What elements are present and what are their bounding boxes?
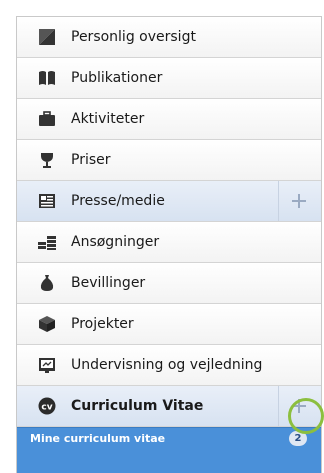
add-curriculum-vitae-button[interactable] xyxy=(289,396,309,416)
menu-item-publikationer[interactable]: Publikationer xyxy=(17,58,321,99)
menu-item-curriculum-vitae[interactable]: cv Curriculum Vitae xyxy=(17,386,321,427)
submenu-item-label: Mine curriculum vitae xyxy=(30,432,166,445)
submenu-item-mine-cv[interactable]: Mine curriculum vitae 2 xyxy=(17,428,321,449)
menu-item-label: Presse/medie xyxy=(71,193,165,209)
trophy-icon xyxy=(37,150,57,170)
menu-item-label: Undervisning og vejledning xyxy=(71,357,263,373)
add-presse-medie-button[interactable] xyxy=(289,191,309,211)
cube-icon xyxy=(37,314,57,334)
menu-item-label: Ansøgninger xyxy=(71,234,160,250)
menu-item-presse-medie[interactable]: Presse/medie xyxy=(17,181,321,222)
menu-item-label: Personlig oversigt xyxy=(71,29,196,45)
side-menu: Personlig oversigt Publikationer Aktivit… xyxy=(16,16,322,473)
money-bag-icon xyxy=(37,273,57,293)
menu-item-label: Projekter xyxy=(71,316,134,332)
money-stack-icon xyxy=(37,232,57,252)
newspaper-icon xyxy=(37,191,57,211)
menu-item-personlig-oversigt[interactable]: Personlig oversigt xyxy=(17,17,321,58)
menu-item-bevillinger[interactable]: Bevillinger xyxy=(17,263,321,304)
menu-item-undervisning[interactable]: Undervisning og vejledning xyxy=(17,345,321,386)
book-icon xyxy=(37,68,57,88)
divider xyxy=(278,181,279,221)
cv-icon: cv xyxy=(37,396,57,416)
svg-text:cv: cv xyxy=(41,403,52,413)
count-badge: 2 xyxy=(289,431,307,446)
divider xyxy=(278,386,279,426)
chalkboard-icon xyxy=(37,355,57,375)
menu-item-ansogninger[interactable]: Ansøgninger xyxy=(17,222,321,263)
menu-item-priser[interactable]: Priser xyxy=(17,140,321,181)
plus-icon xyxy=(292,399,306,413)
menu-item-projekter[interactable]: Projekter xyxy=(17,304,321,345)
menu-item-aktiviteter[interactable]: Aktiviteter xyxy=(17,99,321,140)
user-card-icon xyxy=(37,27,57,47)
submenu-curriculum-vitae: Mine curriculum vitae 2 xyxy=(17,427,321,473)
briefcase-icon xyxy=(37,109,57,129)
plus-icon xyxy=(292,194,306,208)
menu-item-label: Priser xyxy=(71,152,111,168)
menu-item-label: Aktiviteter xyxy=(71,111,145,127)
menu-item-label: Publikationer xyxy=(71,70,163,86)
menu-item-label: Bevillinger xyxy=(71,275,146,291)
menu-item-label: Curriculum Vitae xyxy=(71,398,204,414)
